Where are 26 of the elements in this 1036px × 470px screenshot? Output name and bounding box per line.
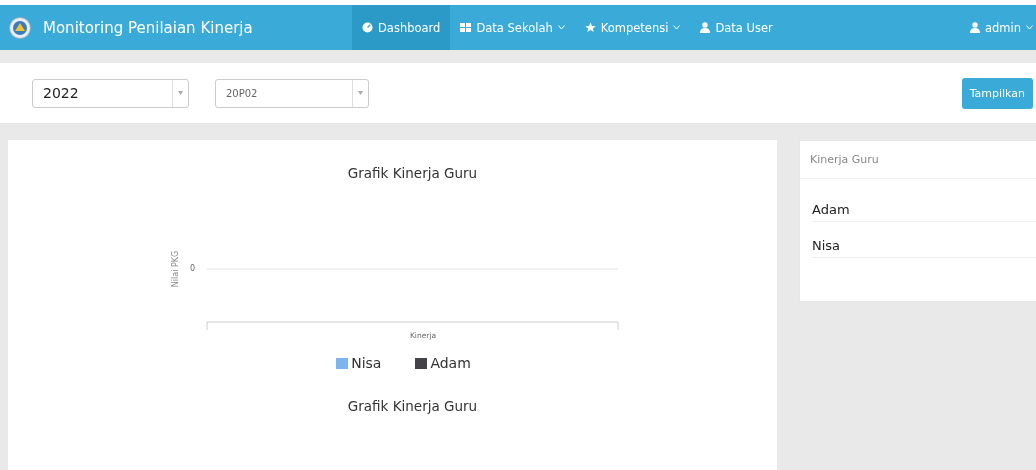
grid-icon [460,22,472,33]
chart-title: Grafik Kinerja Guru [347,165,478,181]
dashboard-icon [362,22,373,33]
select-field[interactable]: 2022 [32,78,189,108]
user-icon [700,22,711,33]
legend-item[interactable]: Nisa [336,355,382,371]
axis-tick-label: 0 [190,264,196,273]
user-menu[interactable]: admin [959,5,1036,50]
nav-tab[interactable]: Dashboard [352,5,451,50]
user-icon [969,22,980,33]
nav-tab[interactable]: Data User [690,5,783,50]
caret-icon [178,91,183,95]
star-icon [584,22,596,33]
logo-icon [9,16,31,39]
caret-icon [358,91,363,95]
teacher-item: Nisa [812,233,1036,258]
nav-tab[interactable]: Kompetensi [574,5,691,50]
app-title: Monitoring Penilaian Kinerja [43,18,253,37]
nav-tab[interactable]: Data Sekolah [450,5,575,50]
panel-title: Kinerja Guru [810,153,879,166]
show-button[interactable]: Tampilkan [961,77,1033,109]
chart-caption: Grafik Kinerja Guru [347,398,478,414]
select-field[interactable]: 20P02 [215,78,369,108]
teacher-item: Adam [812,197,1036,222]
axis-title: Nilai PKG [171,250,180,288]
legend-item[interactable]: Adam [415,355,471,371]
